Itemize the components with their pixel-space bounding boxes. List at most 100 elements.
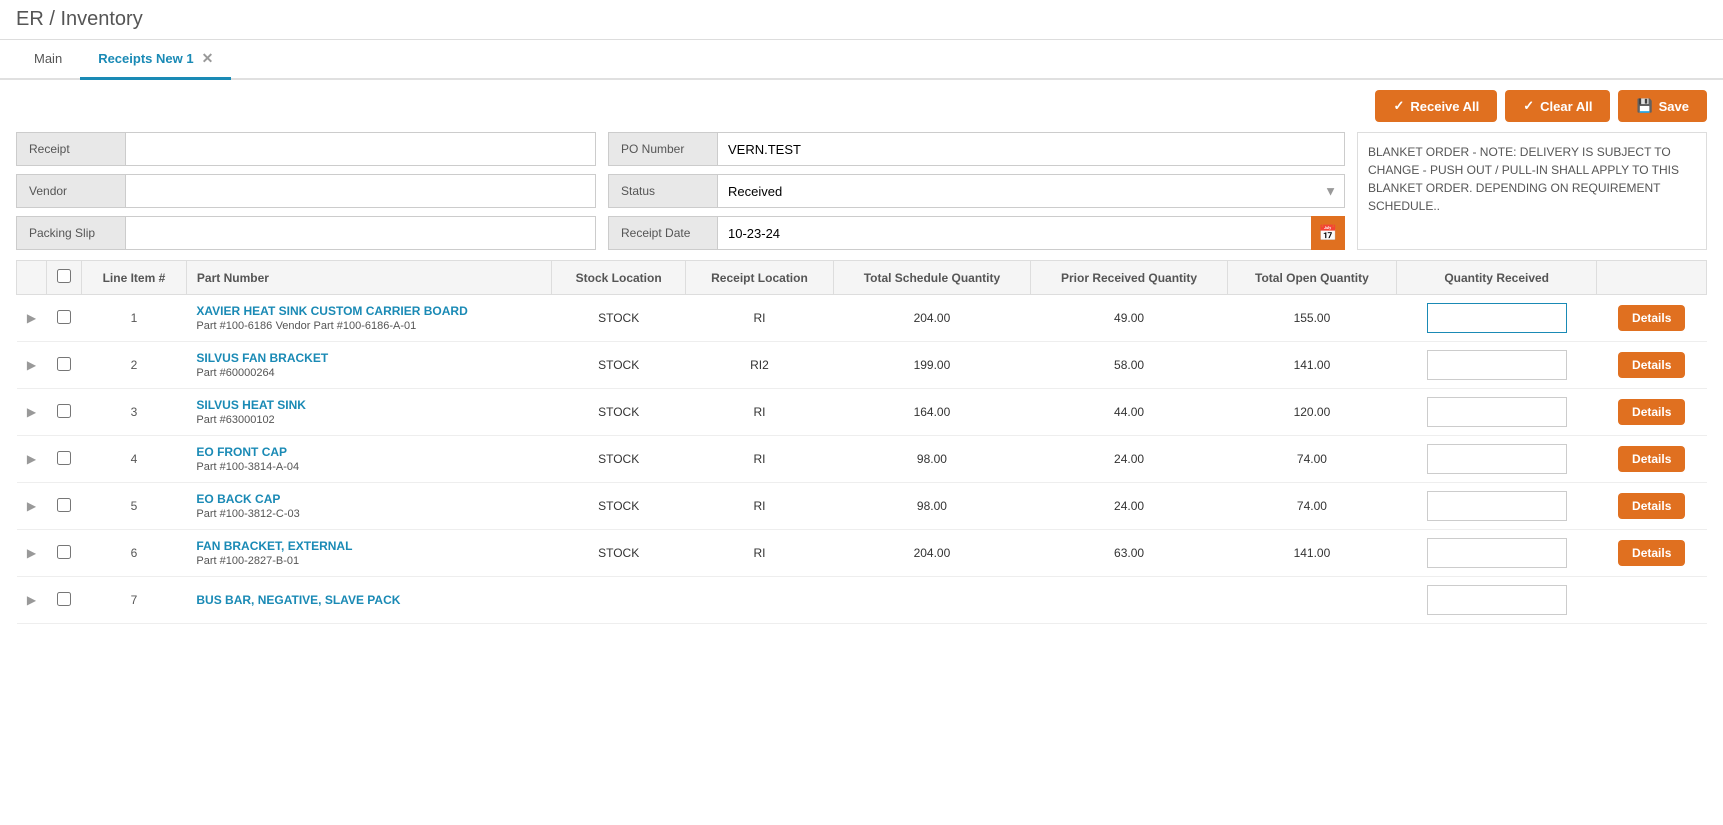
tab-receipts-new1[interactable]: Receipts New 1 ✕ [80, 40, 231, 80]
part-info: XAVIER HEAT SINK CUSTOM CARRIER BOARD Pa… [186, 295, 551, 342]
qty-received-input[interactable] [1427, 538, 1567, 568]
details-button[interactable]: Details [1618, 305, 1685, 331]
prior-received-qty [1031, 577, 1228, 624]
part-name-link[interactable]: BUS BAR, NEGATIVE, SLAVE PACK [196, 593, 541, 607]
packing-slip-label: Packing Slip [16, 216, 126, 250]
qty-received-cell [1396, 483, 1597, 530]
table-row: ▶ 1 XAVIER HEAT SINK CUSTOM CARRIER BOAR… [17, 295, 1707, 342]
details-button[interactable]: Details [1618, 446, 1685, 472]
check-icon: ✓ [1393, 98, 1404, 114]
receipt-location: RI [686, 389, 834, 436]
status-row: Status Received Pending Cancelled ▼ [608, 174, 1345, 208]
part-number: Part #100-3812-C-03 [196, 508, 299, 520]
details-cell: Details [1597, 342, 1707, 389]
part-name-link[interactable]: EO FRONT CAP [196, 445, 541, 459]
po-number-input[interactable] [718, 132, 1345, 166]
line-items-table: Line Item # Part Number Stock Location R… [16, 260, 1707, 624]
total-schedule-qty: 204.00 [833, 295, 1030, 342]
qty-received-input[interactable] [1427, 303, 1567, 333]
form-middle: PO Number Status Received Pending Cancel… [608, 132, 1345, 250]
total-schedule-qty: 98.00 [833, 436, 1030, 483]
vendor-input[interactable] [126, 174, 596, 208]
close-tab-icon[interactable]: ✕ [202, 50, 214, 67]
clear-all-button[interactable]: ✓ Clear All [1505, 90, 1610, 122]
checkbox-cell [47, 530, 82, 577]
line-number: 4 [82, 436, 187, 483]
row-checkbox[interactable] [57, 498, 71, 512]
checkbox-cell [47, 577, 82, 624]
details-button[interactable]: Details [1618, 352, 1685, 378]
line-number: 3 [82, 389, 187, 436]
row-checkbox[interactable] [57, 310, 71, 324]
qty-received-input[interactable] [1427, 444, 1567, 474]
checkbox-cell [47, 483, 82, 530]
part-info: EO FRONT CAP Part #100-3814-A-04 [186, 436, 551, 483]
line-number: 1 [82, 295, 187, 342]
qty-received-cell [1396, 577, 1597, 624]
line-number: 6 [82, 530, 187, 577]
vendor-label: Vendor [16, 174, 126, 208]
th-qty-received: Quantity Received [1396, 261, 1597, 295]
receipt-location: RI [686, 436, 834, 483]
details-button[interactable]: Details [1618, 399, 1685, 425]
status-select[interactable]: Received Pending Cancelled [718, 174, 1345, 208]
row-checkbox[interactable] [57, 592, 71, 606]
th-receipt-location: Receipt Location [686, 261, 834, 295]
details-cell: Details [1597, 389, 1707, 436]
tab-main[interactable]: Main [16, 41, 80, 79]
receipt-date-row: Receipt Date 📅 [608, 216, 1345, 250]
tab-bar: Main Receipts New 1 ✕ [0, 40, 1723, 80]
expand-icon[interactable]: ▶ [27, 452, 36, 466]
expand-icon[interactable]: ▶ [27, 499, 36, 513]
qty-received-input[interactable] [1427, 397, 1567, 427]
th-total-open-qty: Total Open Quantity [1227, 261, 1396, 295]
check-icon-2: ✓ [1523, 98, 1534, 114]
packing-slip-input[interactable] [126, 216, 596, 250]
part-name-link[interactable]: SILVUS FAN BRACKET [196, 351, 541, 365]
details-cell [1597, 577, 1707, 624]
breadcrumb: ER / Inventory [16, 8, 143, 31]
qty-received-input[interactable] [1427, 491, 1567, 521]
prior-received-qty: 49.00 [1031, 295, 1228, 342]
line-number: 5 [82, 483, 187, 530]
details-button[interactable]: Details [1618, 493, 1685, 519]
total-schedule-qty: 98.00 [833, 483, 1030, 530]
calendar-icon[interactable]: 📅 [1311, 216, 1345, 250]
form-note: BLANKET ORDER - NOTE: DELIVERY IS SUBJEC… [1357, 132, 1707, 250]
expand-icon[interactable]: ▶ [27, 546, 36, 560]
checkbox-cell [47, 342, 82, 389]
row-checkbox[interactable] [57, 404, 71, 418]
save-button[interactable]: 💾 Save [1618, 90, 1707, 122]
receipt-date-input[interactable] [718, 216, 1345, 250]
details-button[interactable]: Details [1618, 540, 1685, 566]
expand-cell: ▶ [17, 436, 47, 483]
th-prior-received-qty: Prior Received Quantity [1031, 261, 1228, 295]
total-open-qty [1227, 577, 1396, 624]
total-open-qty: 141.00 [1227, 342, 1396, 389]
expand-icon[interactable]: ▶ [27, 405, 36, 419]
part-name-link[interactable]: EO BACK CAP [196, 492, 541, 506]
expand-icon[interactable]: ▶ [27, 311, 36, 325]
row-checkbox[interactable] [57, 451, 71, 465]
row-checkbox[interactable] [57, 545, 71, 559]
receive-all-button[interactable]: ✓ Receive All [1375, 90, 1497, 122]
vendor-part-number: Vendor Part #100-6186-A-01 [276, 320, 417, 332]
checkbox-cell [47, 436, 82, 483]
th-checkbox [47, 261, 82, 295]
qty-received-input[interactable] [1427, 585, 1567, 615]
expand-icon[interactable]: ▶ [27, 358, 36, 372]
th-stock-location: Stock Location [552, 261, 686, 295]
qty-received-cell [1396, 389, 1597, 436]
part-name-link[interactable]: FAN BRACKET, EXTERNAL [196, 539, 541, 553]
vendor-row: Vendor [16, 174, 596, 208]
receipt-input[interactable] [126, 132, 596, 166]
part-name-link[interactable]: SILVUS HEAT SINK [196, 398, 541, 412]
select-all-checkbox[interactable] [57, 269, 71, 283]
expand-cell: ▶ [17, 389, 47, 436]
details-cell: Details [1597, 530, 1707, 577]
receipt-label: Receipt [16, 132, 126, 166]
part-name-link[interactable]: XAVIER HEAT SINK CUSTOM CARRIER BOARD [196, 304, 541, 318]
qty-received-input[interactable] [1427, 350, 1567, 380]
row-checkbox[interactable] [57, 357, 71, 371]
expand-icon[interactable]: ▶ [27, 593, 36, 607]
